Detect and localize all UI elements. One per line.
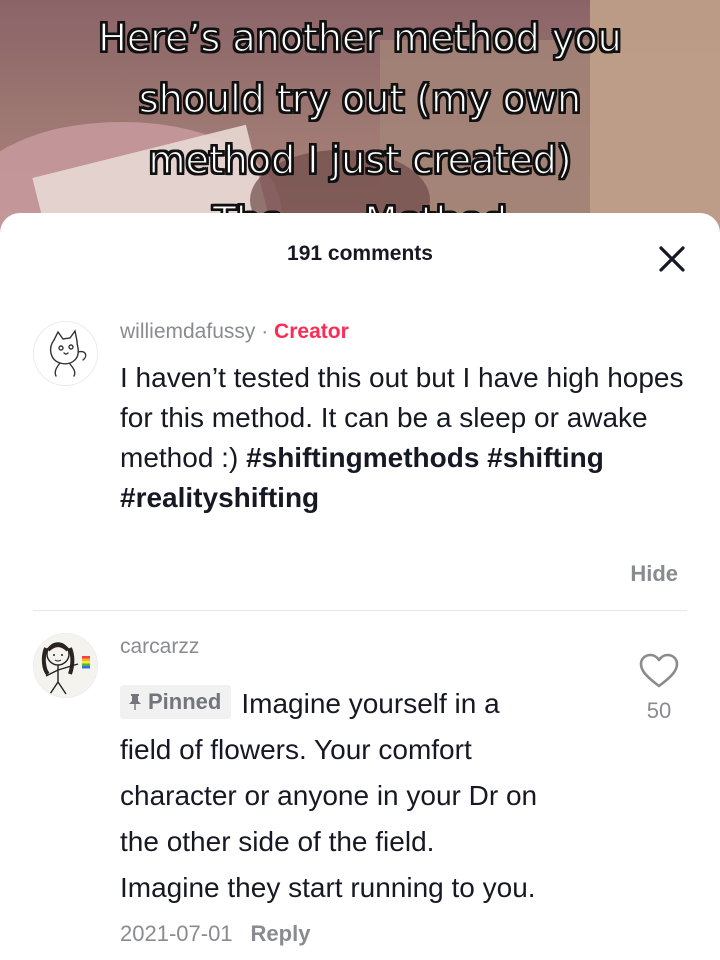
comment-text-line: the other side of the field. [120, 826, 435, 857]
comment-body: williemdafussy · Creator I haven’t teste… [120, 318, 690, 518]
caption-line-1: Here’s another method you [98, 15, 623, 60]
pinned-badge: Pinned [120, 685, 232, 719]
pin-icon [129, 694, 141, 710]
stick-figure-avatar [34, 634, 97, 697]
creator-badge: Creator [274, 320, 349, 343]
sheet-header: 191 comments [0, 213, 720, 293]
comment-text-line: Imagine yourself in a [241, 688, 500, 719]
avatar[interactable] [33, 321, 98, 386]
cat-drawing-avatar [49, 329, 87, 377]
hide-button[interactable]: Hide [630, 561, 678, 587]
like-button[interactable]: 50 [632, 653, 686, 724]
avatar[interactable] [33, 633, 98, 698]
divider [33, 610, 687, 611]
heart-outline-icon [639, 653, 679, 688]
close-icon [659, 246, 685, 272]
comment-text: Pinned Imagine yourself in a field of flo… [120, 681, 600, 911]
username[interactable]: carcarzz [120, 635, 199, 658]
reply-button[interactable]: Reply [251, 921, 311, 946]
comment-body: carcarzz Pinned Imagine yourself in a fie… [120, 633, 690, 947]
comment-date: 2021-07-01 [120, 921, 233, 946]
close-button[interactable] [652, 239, 692, 279]
comments-sheet: 191 comments williemdafussy · Creator I … [0, 213, 720, 960]
comment-text: I haven’t tested this out but I have hig… [120, 358, 690, 518]
separator: · [255, 320, 275, 343]
comment-text-line: character or anyone in your Dr on [120, 780, 538, 811]
like-count: 50 [646, 698, 672, 723]
caption-line-2: should try out (my own [138, 76, 582, 121]
comment-count: 191 comments [287, 242, 433, 265]
caption-line-3: method I just created) [148, 137, 572, 182]
username[interactable]: williemdafussy [120, 320, 255, 343]
pinned-label: Pinned [148, 689, 222, 714]
comment-footer: 2021-07-01 Reply [120, 921, 690, 947]
comment-text-line: Imagine they start running to you. [120, 872, 536, 903]
comment-meta: carcarzz [120, 633, 690, 661]
comment-text-line: field of flowers. Your comfort [120, 734, 472, 765]
comment-meta: williemdafussy · Creator [120, 318, 690, 346]
